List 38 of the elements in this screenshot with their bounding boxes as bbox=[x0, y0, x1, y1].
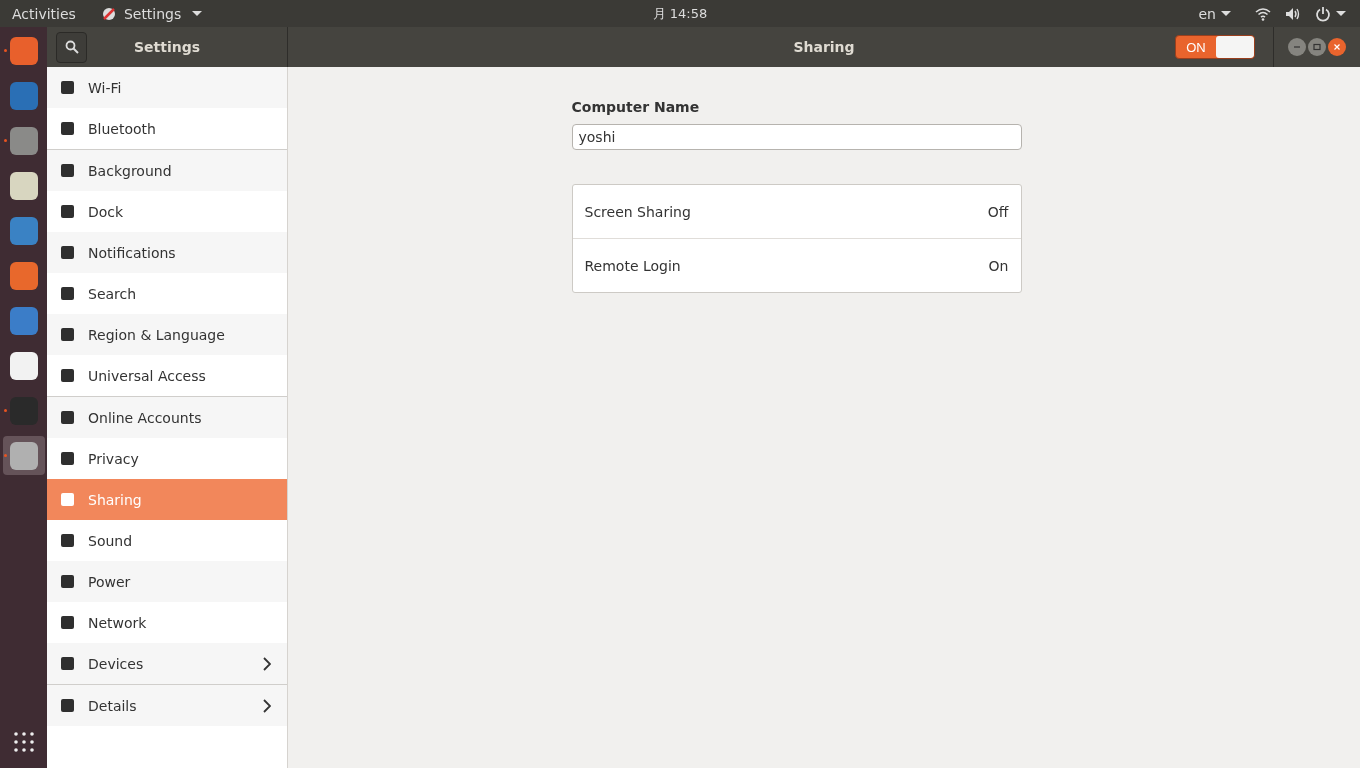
sidebar-item[interactable]: Wi-Fi bbox=[47, 67, 287, 108]
minimize-button[interactable] bbox=[1288, 38, 1306, 56]
service-status: Off bbox=[987, 203, 1009, 220]
app-grid-icon[interactable] bbox=[13, 732, 34, 752]
search-button[interactable] bbox=[56, 31, 87, 63]
running-indicator bbox=[3, 454, 7, 457]
close-button[interactable] bbox=[1328, 38, 1346, 56]
maximize-icon bbox=[1313, 43, 1321, 51]
window-title: Sharing bbox=[793, 39, 855, 55]
service-row[interactable]: Remote Login On bbox=[572, 238, 1021, 292]
computer-name-label: Computer Name bbox=[571, 99, 701, 115]
sidebar-title: Settings bbox=[133, 39, 201, 55]
sidebar-item[interactable]: Details bbox=[47, 685, 287, 726]
running-indicator bbox=[3, 139, 7, 142]
sidebar-item[interactable]: Online Accounts bbox=[47, 397, 287, 438]
service-row[interactable]: Screen Sharing Off bbox=[572, 185, 1021, 238]
volume-icon[interactable] bbox=[1285, 6, 1301, 21]
service-name: Screen Sharing bbox=[584, 203, 691, 220]
sidebar-item[interactable]: Devices bbox=[47, 643, 287, 684]
sidebar-item[interactable]: Notifications bbox=[47, 232, 287, 273]
computer-name-field[interactable]: yoshi bbox=[571, 124, 1022, 150]
service-status: On bbox=[988, 257, 1009, 274]
minimize-icon bbox=[1293, 43, 1301, 51]
running-indicator bbox=[3, 49, 7, 52]
service-name: Remote Login bbox=[584, 257, 681, 274]
sidebar-item[interactable]: Power bbox=[47, 561, 287, 602]
close-icon bbox=[1333, 43, 1341, 51]
language-menu[interactable]: en bbox=[1198, 5, 1231, 22]
power-menu[interactable] bbox=[1315, 5, 1346, 22]
sidebar-item[interactable]: Background bbox=[47, 150, 287, 191]
power-icon bbox=[1315, 5, 1331, 22]
clock[interactable]: 月 14:58 bbox=[652, 4, 708, 23]
activities-button[interactable]: Activities bbox=[12, 5, 76, 22]
running-indicator bbox=[3, 409, 7, 412]
app-menu[interactable]: Settings bbox=[99, 5, 203, 22]
maximize-button[interactable] bbox=[1308, 38, 1326, 56]
sidebar-item[interactable]: Region & Language bbox=[47, 314, 287, 355]
dock-item[interactable] bbox=[2, 436, 45, 475]
